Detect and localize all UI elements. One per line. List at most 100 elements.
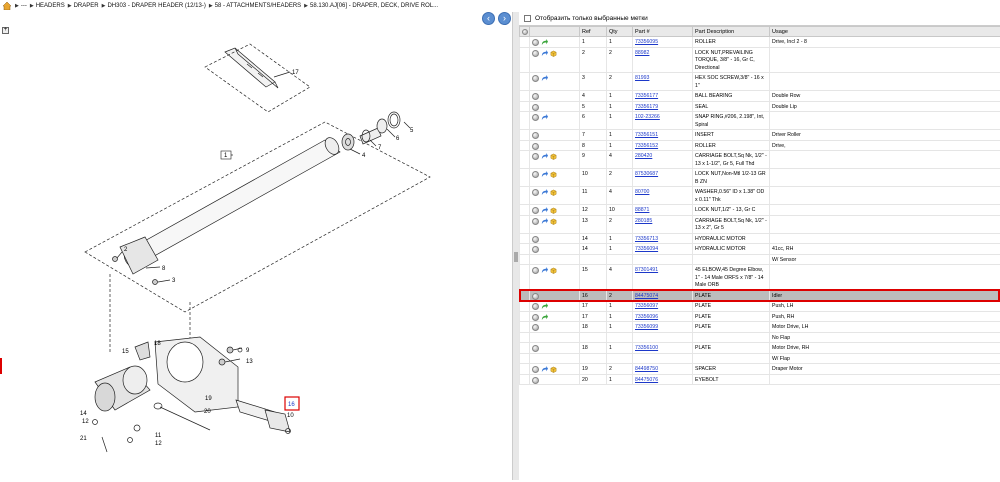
col-qty[interactable]: Qty bbox=[607, 27, 633, 37]
add-circle-icon[interactable] bbox=[532, 75, 539, 82]
breadcrumb-item[interactable]: DRAPER bbox=[74, 3, 99, 9]
cell-part-text[interactable]: 81993 bbox=[635, 75, 649, 81]
add-circle-icon[interactable] bbox=[532, 366, 539, 373]
cell-part[interactable]: 280420 bbox=[633, 151, 693, 169]
cell-part[interactable]: 73356096 bbox=[633, 311, 693, 322]
table-row[interactable]: 4173356177BALL BEARINGDouble Row bbox=[520, 91, 1000, 102]
table-row[interactable]: 2288982LOCK NUT,PREVAILING TORQUE, 3/8" … bbox=[520, 47, 1000, 73]
blue-arrow-icon[interactable] bbox=[541, 50, 548, 57]
cell-part-text[interactable]: 73356096 bbox=[635, 314, 658, 320]
cell-part-text[interactable]: 73356152 bbox=[635, 143, 658, 149]
cell-part-text[interactable]: 73356100 bbox=[635, 345, 658, 351]
table-row[interactable]: 17173356097PLATEPush, LH bbox=[520, 301, 1000, 312]
table-row[interactable]: 19284498750SPACERDraper Motor bbox=[520, 364, 1000, 375]
package-icon[interactable] bbox=[550, 189, 557, 196]
table-row[interactable]: W/ Sensor bbox=[520, 254, 1000, 265]
cell-part[interactable]: 84475076 bbox=[633, 374, 693, 385]
blue-arrow-icon[interactable] bbox=[541, 75, 548, 82]
package-icon[interactable] bbox=[550, 267, 557, 274]
cell-part-text[interactable]: 84475074 bbox=[635, 293, 658, 299]
package-icon[interactable] bbox=[550, 153, 557, 160]
table-row[interactable]: 5173356179SEALDouble Lip bbox=[520, 101, 1000, 112]
cell-part-text[interactable]: 88871 bbox=[635, 207, 649, 213]
breadcrumb-item[interactable]: DH303 - DRAPER HEADER (12/13-) bbox=[107, 3, 205, 9]
table-row[interactable]: 94280420CARRIAGE BOLT,Sq Nk, 1/2" - 13 x… bbox=[520, 151, 1000, 169]
table-row[interactable]: 1548730149145 ELBOW,45 Degree Elbow, 1" … bbox=[520, 265, 1000, 291]
cell-part-text[interactable]: 102-23266 bbox=[635, 114, 660, 120]
arrow-left-icon[interactable]: ‹ bbox=[482, 12, 495, 25]
add-circle-icon[interactable] bbox=[532, 303, 539, 310]
table-row[interactable]: 18173356100PLATEMotor Drive, RH bbox=[520, 343, 1000, 354]
cell-part[interactable]: 280185 bbox=[633, 215, 693, 233]
add-circle-icon[interactable] bbox=[532, 314, 539, 321]
add-circle-icon[interactable] bbox=[532, 93, 539, 100]
blue-arrow-icon[interactable] bbox=[541, 114, 548, 121]
table-row[interactable]: 7173356151INSERTDriver Roller bbox=[520, 130, 1000, 141]
show-selected-checkbox[interactable] bbox=[524, 15, 531, 22]
package-icon[interactable] bbox=[550, 218, 557, 225]
cell-part-text[interactable]: 73356097 bbox=[635, 303, 658, 309]
green-arrow-icon[interactable] bbox=[541, 314, 548, 321]
blue-arrow-icon[interactable] bbox=[541, 171, 548, 178]
cell-part-text[interactable]: 73356179 bbox=[635, 104, 658, 110]
cell-part-text[interactable]: 73356713 bbox=[635, 236, 658, 242]
cell-part[interactable]: 84498750 bbox=[633, 364, 693, 375]
cell-part-text[interactable]: 87530687 bbox=[635, 171, 658, 177]
green-arrow-icon[interactable] bbox=[541, 303, 548, 310]
table-row[interactable]: 16284475074PLATEIdler bbox=[520, 290, 1000, 301]
table-row[interactable]: 10287530687LOCK NUT,Non-Mtl 1/2-13 GR B … bbox=[520, 169, 1000, 187]
cell-part[interactable]: 102-23266 bbox=[633, 112, 693, 130]
table-row[interactable]: 20184475076EYEBOLT bbox=[520, 374, 1000, 385]
breadcrumb-item[interactable]: 58 - ATTACHMENTS/HEADERS bbox=[215, 3, 301, 9]
col-select[interactable] bbox=[520, 27, 530, 37]
add-circle-icon[interactable] bbox=[532, 207, 539, 214]
table-row[interactable]: 132280185CARRIAGE BOLT,Sq Nk, 1/2" - 13 … bbox=[520, 215, 1000, 233]
home-icon[interactable] bbox=[3, 2, 11, 10]
table-row[interactable]: 14173356713HYDRAULIC MOTOR bbox=[520, 233, 1000, 244]
cell-part[interactable]: 88982 bbox=[633, 47, 693, 73]
cell-part[interactable]: 81993 bbox=[633, 73, 693, 91]
cell-part-text[interactable]: 73356095 bbox=[635, 39, 658, 45]
cell-part[interactable]: 73356177 bbox=[633, 91, 693, 102]
add-circle-icon[interactable] bbox=[532, 132, 539, 139]
table-row[interactable]: No Flap bbox=[520, 332, 1000, 343]
blue-arrow-icon[interactable] bbox=[541, 267, 548, 274]
add-circle-icon[interactable] bbox=[532, 267, 539, 274]
package-icon[interactable] bbox=[550, 171, 557, 178]
add-circle-icon[interactable] bbox=[532, 143, 539, 150]
panel-splitter[interactable] bbox=[512, 12, 519, 480]
splitter-grip[interactable] bbox=[514, 252, 518, 262]
cell-part[interactable]: 73356713 bbox=[633, 233, 693, 244]
add-circle-icon[interactable] bbox=[532, 104, 539, 111]
cell-part-text[interactable]: 73356151 bbox=[635, 132, 658, 138]
table-row[interactable]: 14173356094HYDRAULIC MOTOR41cc, RH bbox=[520, 244, 1000, 255]
arrow-right-icon[interactable]: › bbox=[498, 12, 511, 25]
cell-part-text[interactable]: 280420 bbox=[635, 153, 652, 159]
package-icon[interactable] bbox=[550, 207, 557, 214]
add-circle-icon[interactable] bbox=[532, 189, 539, 196]
cell-part[interactable]: 87530687 bbox=[633, 169, 693, 187]
cell-part[interactable]: 73356095 bbox=[633, 37, 693, 48]
cell-part[interactable]: 88871 bbox=[633, 205, 693, 216]
cell-part[interactable]: 84475074 bbox=[633, 290, 693, 301]
col-usage[interactable]: Usage bbox=[770, 27, 1000, 37]
table-row[interactable]: 18173356099PLATEMotor Drive, LH bbox=[520, 322, 1000, 333]
table-row[interactable]: 1173356095ROLLERDrive, Incl 2 - 8 bbox=[520, 37, 1000, 48]
green-arrow-icon[interactable] bbox=[541, 39, 548, 46]
cell-part[interactable]: 73356100 bbox=[633, 343, 693, 354]
breadcrumb-item[interactable]: --- bbox=[21, 3, 27, 9]
blue-arrow-icon[interactable] bbox=[541, 153, 548, 160]
table-row[interactable]: 17173356096PLATEPush, RH bbox=[520, 311, 1000, 322]
add-circle-icon[interactable] bbox=[532, 246, 539, 253]
cell-part-text[interactable]: 280185 bbox=[635, 218, 652, 224]
add-circle-icon[interactable] bbox=[532, 377, 539, 384]
breadcrumb-item[interactable]: 58.130.AJ[06] - DRAPER, DECK, DRIVE ROL.… bbox=[310, 3, 438, 9]
blue-arrow-icon[interactable] bbox=[541, 189, 548, 196]
table-row[interactable]: 3281993HEX SOC SCREW,3/8" - 16 x 1" bbox=[520, 73, 1000, 91]
cell-part[interactable]: 73356151 bbox=[633, 130, 693, 141]
table-row[interactable]: W/ Flap bbox=[520, 353, 1000, 364]
cell-part-text[interactable]: 73356099 bbox=[635, 324, 658, 330]
cell-part[interactable]: 73356099 bbox=[633, 322, 693, 333]
add-circle-icon[interactable] bbox=[532, 153, 539, 160]
add-circle-icon[interactable] bbox=[532, 171, 539, 178]
